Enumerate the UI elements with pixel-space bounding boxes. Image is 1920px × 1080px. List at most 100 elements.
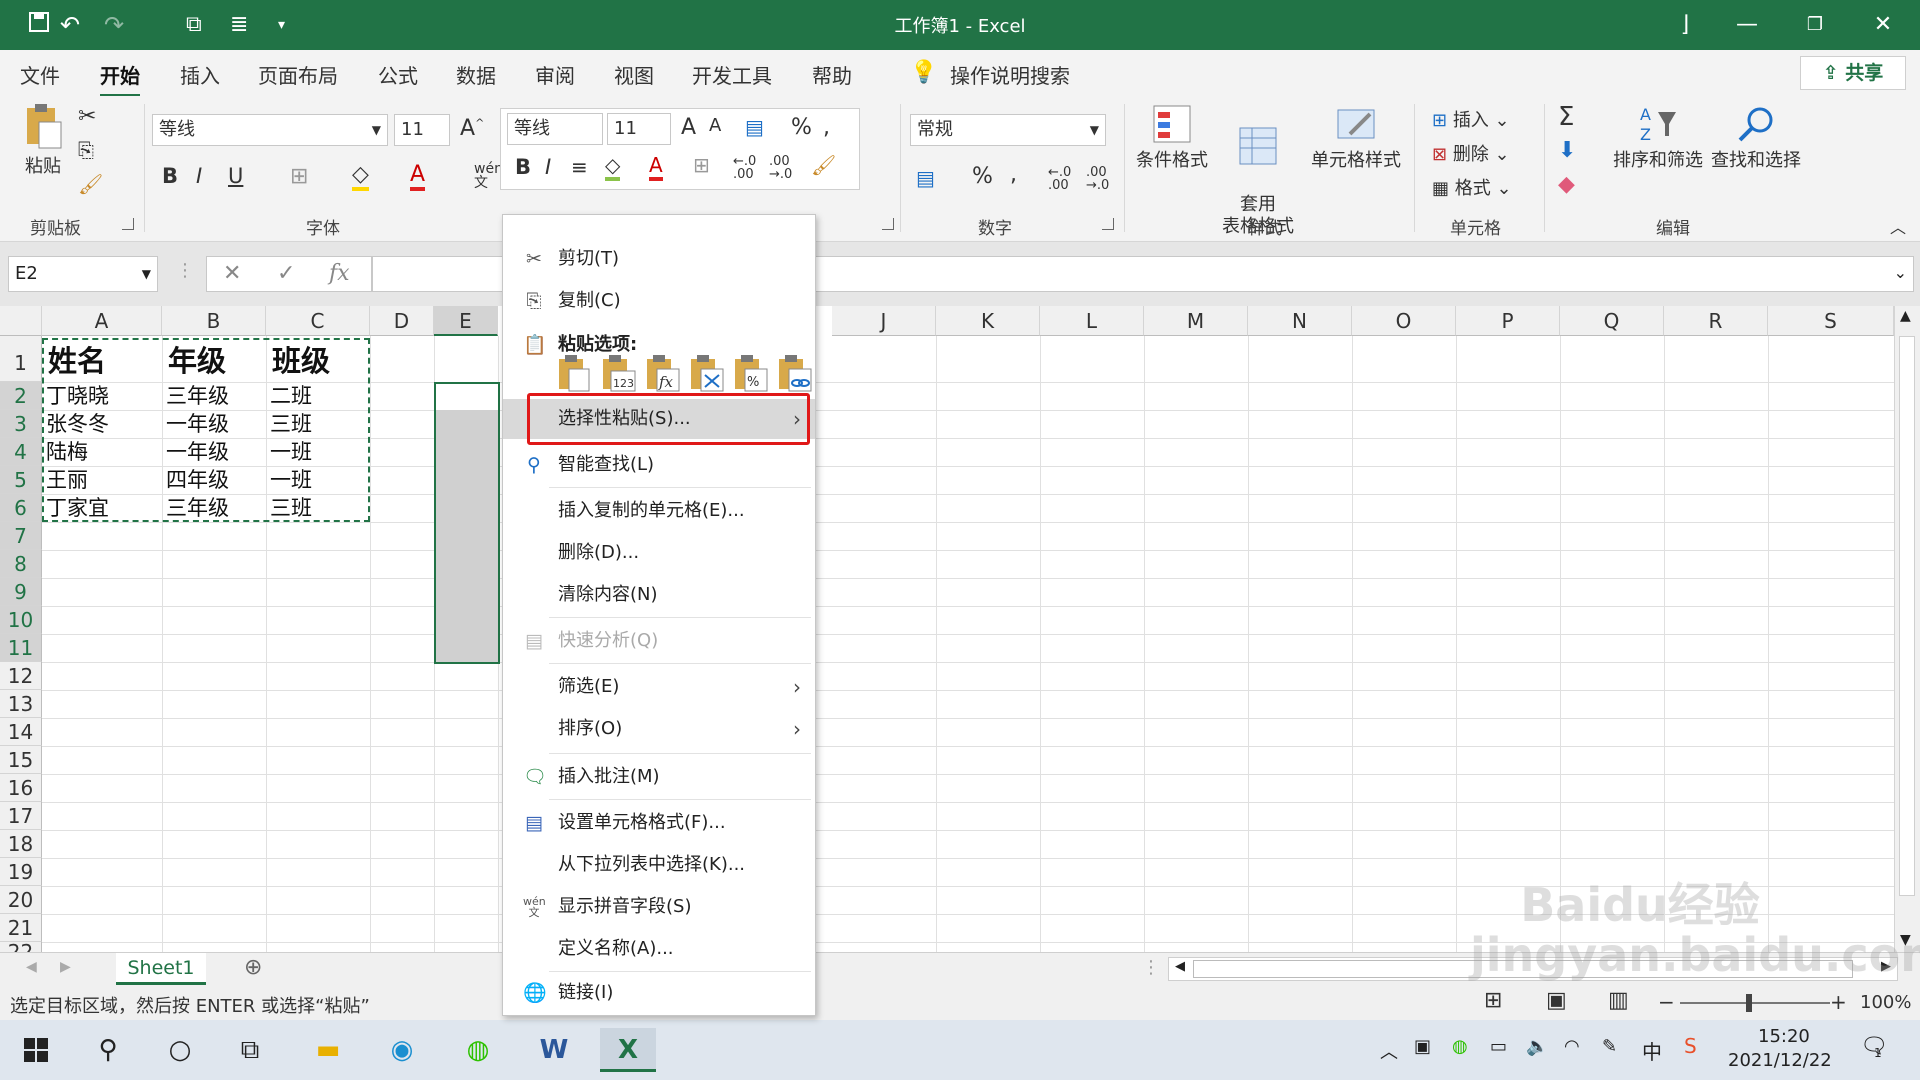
row-header[interactable]: 5	[0, 466, 42, 494]
column-header[interactable]: N	[1248, 306, 1352, 336]
format-cells-button[interactable]: ▦ 格式 ⌄	[1432, 174, 1512, 200]
comma-icon[interactable]: ,	[1010, 162, 1017, 187]
sheet-tab-sheet1[interactable]: Sheet1	[116, 953, 206, 985]
cell-c2[interactable]: 二班	[270, 382, 312, 410]
zoom-slider-thumb[interactable]	[1746, 994, 1752, 1012]
sort-filter-button[interactable]: AZ 排序和筛选	[1612, 104, 1704, 172]
phonetic-icon[interactable]: wén 文	[474, 162, 503, 190]
grow-font-icon[interactable]: A^	[460, 116, 484, 141]
word-icon[interactable]: W	[526, 1028, 582, 1072]
fill-icon[interactable]: ⬇	[1558, 138, 1576, 163]
paste-link-icon[interactable]	[777, 355, 813, 393]
file-explorer-icon[interactable]: ▬	[300, 1028, 356, 1072]
tab-file[interactable]: 文件	[20, 60, 60, 89]
column-header[interactable]: R	[1664, 306, 1768, 336]
cell-a2[interactable]: 丁晓晓	[46, 382, 109, 410]
mini-center-icon[interactable]: ≡	[571, 155, 588, 179]
column-header[interactable]: D	[370, 306, 434, 336]
cell-b3[interactable]: 一年级	[166, 410, 229, 438]
row-header[interactable]: 17	[0, 802, 42, 830]
insert-cells-button[interactable]: ⊞ 插入 ⌄	[1432, 106, 1510, 132]
collapse-ribbon-icon[interactable]: ︿	[1890, 214, 1906, 238]
add-sheet-icon[interactable]: ⊕	[244, 955, 262, 980]
menu-link[interactable]: 🌐 链接(I)	[503, 973, 815, 1013]
next-sheet-icon[interactable]: ▶	[60, 959, 71, 975]
edge-icon[interactable]: ◉	[374, 1028, 430, 1072]
percent-icon[interactable]: %	[972, 164, 993, 189]
name-box[interactable]: E2 ▼	[8, 256, 158, 292]
cell-b6[interactable]: 三年级	[166, 494, 229, 522]
column-header[interactable]: S	[1768, 306, 1894, 336]
row-header[interactable]: 9	[0, 578, 42, 606]
select-all-corner[interactable]	[0, 306, 42, 336]
selected-range[interactable]	[434, 382, 500, 664]
autosum-icon[interactable]: Σ	[1558, 102, 1574, 132]
row-header[interactable]: 13	[0, 690, 42, 718]
mini-font-name-select[interactable]: 等线	[507, 113, 603, 145]
menu-smart-lookup[interactable]: ⚲ 智能查找(L)	[503, 445, 815, 485]
menu-sort[interactable]: 排序(O) ›	[503, 709, 815, 749]
font-name-select[interactable]: 等线 ▼	[152, 114, 388, 146]
column-header[interactable]: P	[1456, 306, 1560, 336]
tell-me-search[interactable]: 操作说明搜索	[950, 60, 1070, 89]
bold-icon[interactable]: B	[162, 164, 178, 188]
menu-clear-contents[interactable]: 清除内容(N)	[503, 575, 815, 615]
tray-app-icon[interactable]: ▣	[1414, 1036, 1431, 1057]
tab-view[interactable]: 视图	[614, 60, 654, 89]
page-layout-view-icon[interactable]: ▣	[1546, 988, 1567, 1013]
clock-time[interactable]: 15:20	[1758, 1026, 1810, 1047]
border-icon[interactable]: ⊞	[290, 164, 308, 189]
menu-insert-copied-cells[interactable]: 插入复制的单元格(E)...	[503, 491, 815, 531]
menu-format-cells[interactable]: ▤ 设置单元格格式(F)...	[503, 803, 815, 843]
expand-formula-icon[interactable]: ⌄	[1894, 263, 1907, 282]
scroll-up-icon[interactable]: ▲	[1900, 308, 1911, 324]
mini-percent-icon[interactable]: %	[791, 115, 812, 140]
cut-icon[interactable]: ✂	[78, 104, 96, 129]
mini-number-format-icon[interactable]: ▤	[745, 115, 764, 139]
mini-bold-icon[interactable]: B	[515, 155, 531, 179]
page-break-view-icon[interactable]: ▥	[1608, 988, 1629, 1013]
enter-icon[interactable]: ✓	[277, 257, 295, 291]
worksheet-grid[interactable]: A B C D E J K L M N O P Q R S 1 2 3 4 5 …	[0, 306, 1920, 956]
ime-indicator[interactable]: 中	[1642, 1036, 1662, 1065]
column-header[interactable]: Q	[1560, 306, 1664, 336]
mini-italic-icon[interactable]: I	[545, 155, 551, 179]
column-header[interactable]: O	[1352, 306, 1456, 336]
mini-format-painter-icon[interactable]: 🖌	[811, 153, 836, 177]
cell-b4[interactable]: 一年级	[166, 438, 229, 466]
mini-comma-icon[interactable]: ,	[823, 115, 830, 140]
underline-icon[interactable]: U	[228, 164, 243, 188]
format-painter-icon[interactable]: 🖌	[78, 172, 103, 196]
zoom-slider[interactable]	[1680, 1002, 1830, 1004]
row-header[interactable]: 2	[0, 382, 42, 410]
cell-styles-button[interactable]: 单元格样式	[1306, 104, 1406, 172]
zoom-level[interactable]: 100%	[1860, 992, 1911, 1013]
menu-filter[interactable]: 筛选(E) ›	[503, 667, 815, 707]
tab-insert[interactable]: 插入	[180, 60, 220, 89]
column-header[interactable]: K	[936, 306, 1040, 336]
accounting-icon[interactable]: ▤	[916, 166, 935, 190]
zoom-out-icon[interactable]: −	[1658, 990, 1675, 1014]
number-format-select[interactable]: 常规 ▼	[910, 114, 1106, 146]
minimize-button[interactable]: —	[1722, 8, 1772, 42]
mini-increase-decimal-icon[interactable]: ←.0.00	[733, 155, 756, 181]
excel-icon[interactable]: X	[600, 1028, 656, 1072]
row-header[interactable]: 21	[0, 914, 42, 942]
clipboard-launcher-icon[interactable]	[122, 218, 134, 230]
scroll-thumb[interactable]	[1899, 336, 1915, 896]
cell-c3[interactable]: 三班	[270, 410, 312, 438]
italic-icon[interactable]: I	[196, 164, 202, 188]
paste-transpose-icon[interactable]	[689, 355, 725, 393]
row-header[interactable]: 6	[0, 494, 42, 522]
row-header[interactable]: 15	[0, 746, 42, 774]
scroll-left-icon[interactable]: ◀	[1175, 959, 1185, 974]
row-header[interactable]: 10	[0, 606, 42, 634]
mini-grow-font-icon[interactable]: A	[681, 115, 696, 140]
tab-developer[interactable]: 开发工具	[692, 60, 772, 89]
delete-cells-button[interactable]: ⊠ 删除 ⌄	[1432, 140, 1510, 166]
row-header[interactable]: 7	[0, 522, 42, 550]
menu-copy[interactable]: ⎘ 复制(C)	[503, 281, 815, 321]
normal-view-icon[interactable]: ⊞	[1484, 988, 1502, 1013]
sogou-icon[interactable]: S	[1684, 1034, 1697, 1058]
row-header[interactable]: 8	[0, 550, 42, 578]
